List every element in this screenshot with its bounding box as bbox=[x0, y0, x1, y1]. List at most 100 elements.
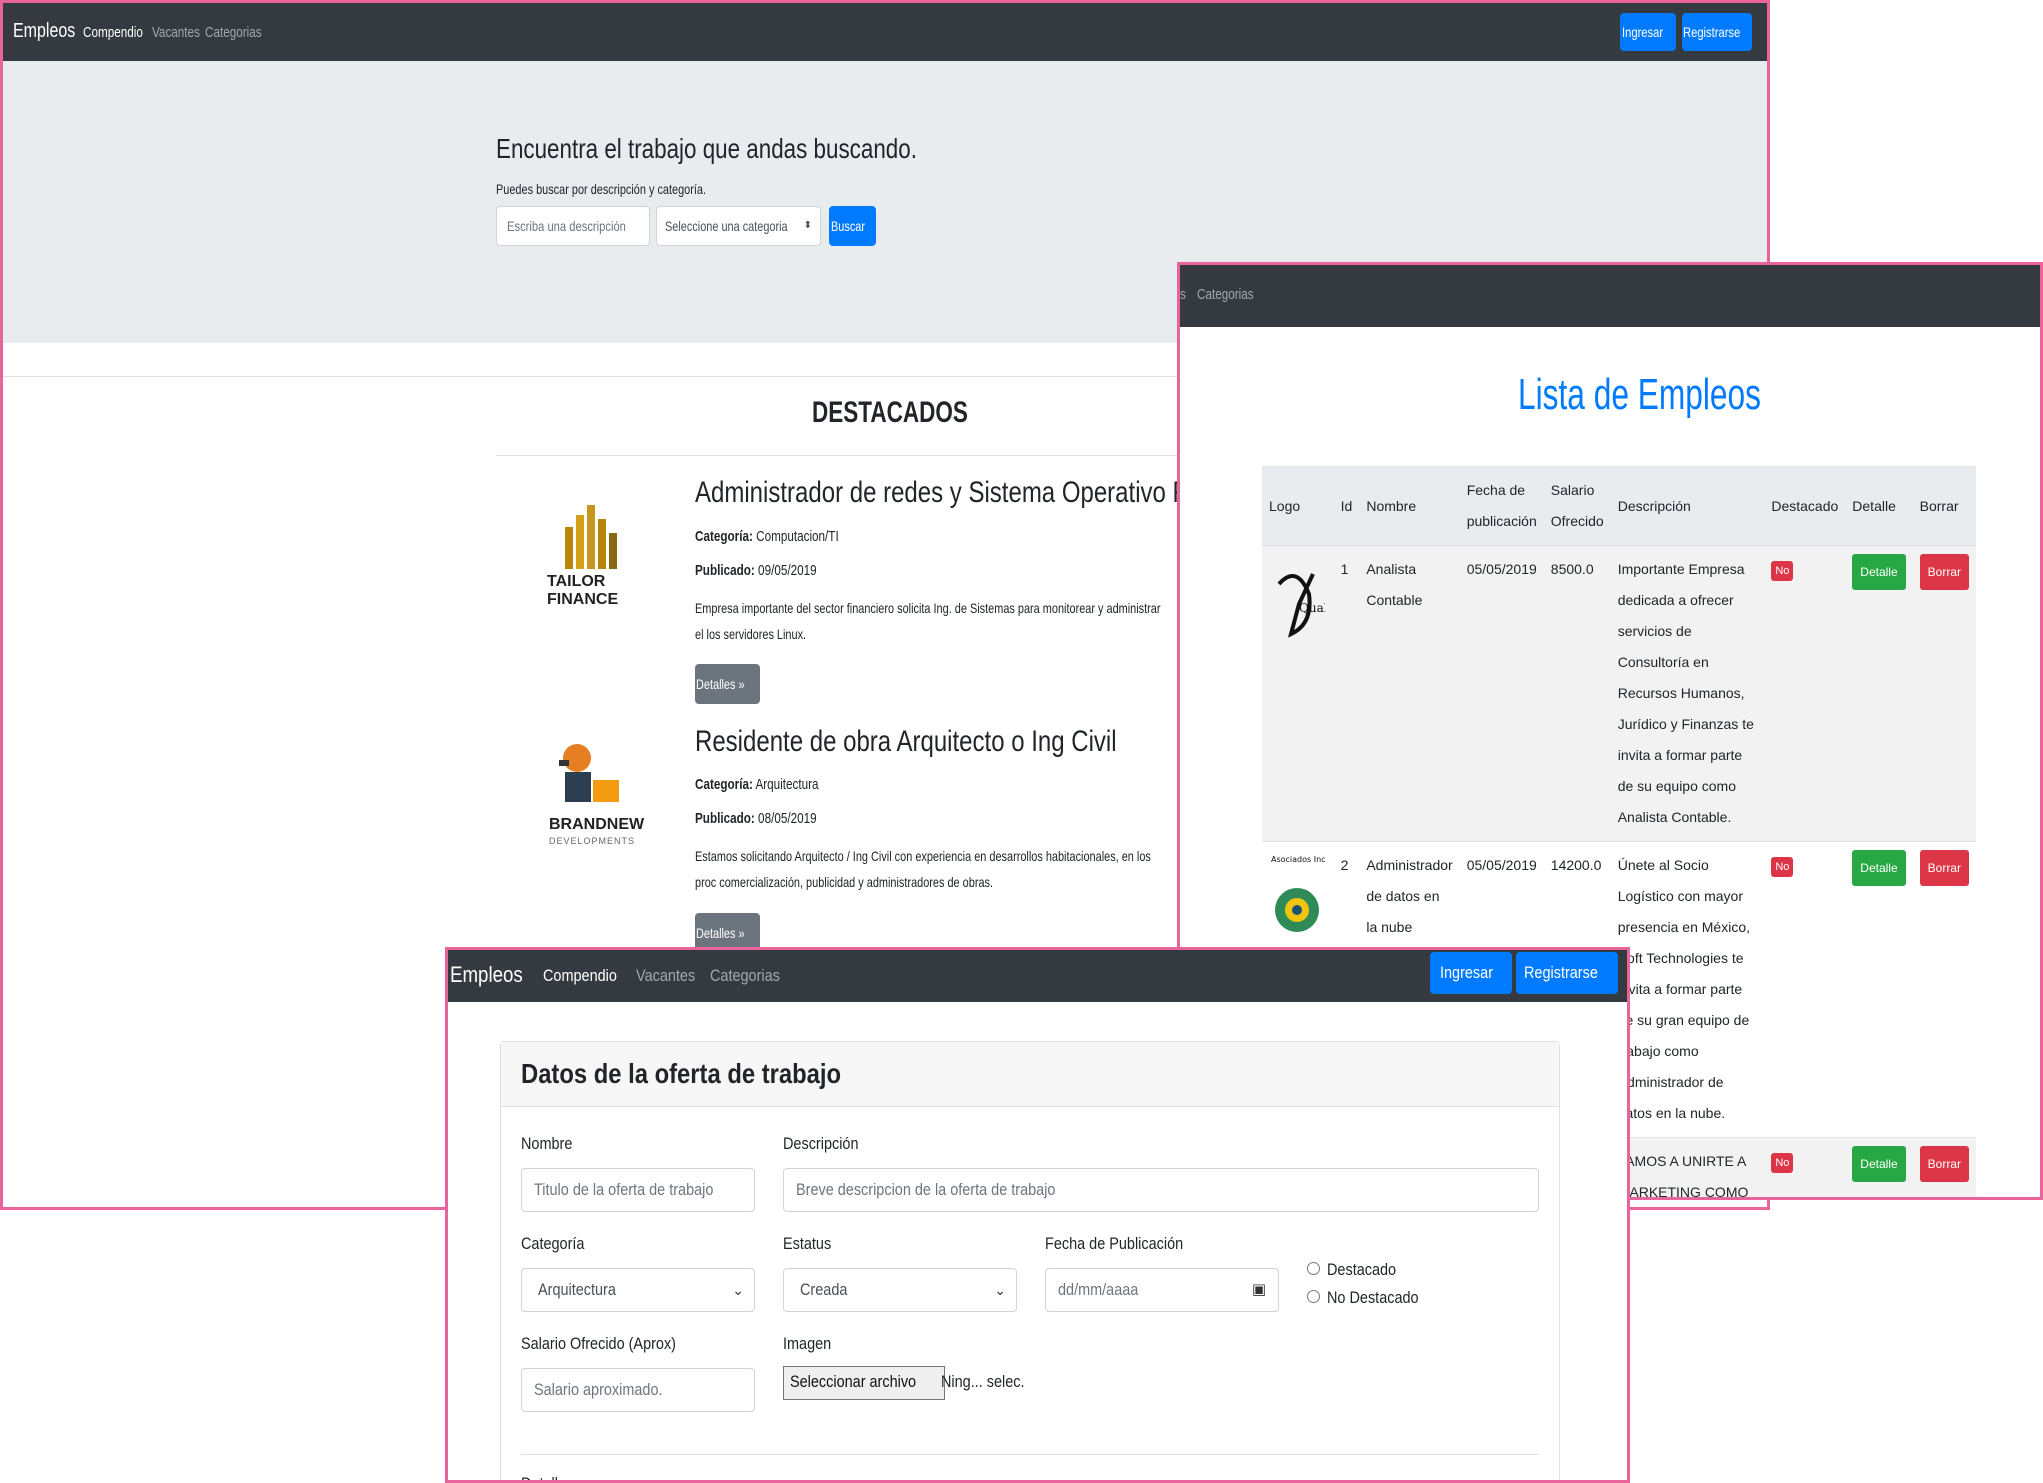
category-select[interactable]: Arquitectura ⌄ bbox=[521, 1268, 755, 1312]
date-input[interactable]: dd/mm/aaaa ▣ bbox=[1045, 1268, 1279, 1312]
job-details-button-1[interactable]: Detalles » bbox=[695, 664, 760, 704]
delete-button[interactable]: Borrar bbox=[1919, 850, 1969, 886]
job-description-1: Empresa importante del sector financiero… bbox=[695, 600, 1161, 642]
status-label: Estatus bbox=[783, 1234, 832, 1253]
description-input[interactable]: Breve descripcion de la oferta de trabaj… bbox=[783, 1168, 1539, 1212]
row-salary: 8500.0 bbox=[1543, 545, 1611, 842]
register-button[interactable]: Registrarse bbox=[1516, 952, 1618, 994]
chevron-down-icon: ⌄ bbox=[732, 1282, 744, 1298]
detail-button[interactable]: Detalle bbox=[1852, 1146, 1906, 1182]
job-category-2: Categoría: Arquitectura bbox=[695, 776, 819, 793]
home-navbar: Empleos Compendio Vacantes Categorias In… bbox=[3, 3, 1767, 61]
calendar-icon[interactable]: ▣ bbox=[1252, 1269, 1266, 1311]
brand-logo[interactable]: Empleos bbox=[13, 20, 75, 43]
details-label: Detalles bbox=[521, 1474, 573, 1480]
list-navbar: s Categorias bbox=[1180, 265, 2040, 327]
row-id: 1 bbox=[1333, 545, 1360, 842]
row-featured: No bbox=[1764, 545, 1846, 842]
header-id: Id bbox=[1333, 466, 1360, 546]
date-label: Fecha de Publicación bbox=[1045, 1234, 1184, 1253]
featured-badge: No bbox=[1771, 857, 1794, 877]
header-date: Fecha de publicación bbox=[1459, 466, 1544, 546]
svg-text:Quality: Quality bbox=[1299, 601, 1325, 615]
row-name: Analista Contable bbox=[1359, 545, 1460, 842]
description-search-input[interactable]: Escriba una descripción bbox=[496, 206, 650, 246]
nav-vacantes[interactable]: Vacantes bbox=[152, 24, 200, 41]
tailor-finance-logo: TAILOR FINANCE bbox=[535, 483, 647, 633]
job-form-window: Empleos Compendio Vacantes Categorias In… bbox=[445, 947, 1630, 1483]
brand-logo[interactable]: Empleos bbox=[450, 962, 523, 988]
category-select[interactable]: Seleccione una categoria ⬍ bbox=[656, 206, 821, 246]
row-description: TAMOS A UNIRTE A MARKETING COMO COORDINA… bbox=[1610, 1137, 1765, 1197]
card-title: Datos de la oferta de trabajo bbox=[521, 1058, 842, 1089]
table-header-row: Logo Id Nombre Fecha de publicación Sala… bbox=[1262, 466, 1976, 546]
category-label: Categoría bbox=[521, 1234, 585, 1253]
file-status: Ning... selec. bbox=[941, 1372, 1025, 1391]
job-title-2[interactable]: Residente de obra Arquitecto o Ing Civil bbox=[695, 725, 1117, 759]
row-logo: Quality bbox=[1262, 545, 1343, 842]
form-navbar: Empleos Compendio Vacantes Categorias In… bbox=[448, 950, 1627, 1002]
card-header: Datos de la oferta de trabajo bbox=[501, 1042, 1559, 1107]
featured-badge: No bbox=[1771, 561, 1794, 581]
job-date-1: Publicado: 09/05/2019 bbox=[695, 562, 817, 579]
description-label: Descripción bbox=[783, 1134, 859, 1153]
status-select[interactable]: Creada ⌄ bbox=[783, 1268, 1017, 1312]
table-row: Quality 1 Analista Contable 05/05/2019 8… bbox=[1262, 545, 1976, 842]
row-detail: Detalle bbox=[1845, 545, 1913, 842]
header-featured: Destacado bbox=[1764, 466, 1846, 546]
detail-button[interactable]: Detalle bbox=[1852, 554, 1906, 590]
quality-logo-icon: Quality bbox=[1277, 573, 1343, 638]
row-delete: Borrar bbox=[1912, 1137, 1976, 1197]
delete-button[interactable]: Borrar bbox=[1919, 1146, 1969, 1182]
nav-categorias[interactable]: Categorias bbox=[1197, 286, 1254, 303]
detail-button[interactable]: Detalle bbox=[1852, 850, 1906, 886]
radio-icon[interactable] bbox=[1307, 1290, 1320, 1303]
svg-text:Asociados Inc.: Asociados Inc. bbox=[1271, 855, 1325, 864]
featured-radio[interactable]: Destacado bbox=[1307, 1260, 1408, 1280]
register-button[interactable]: Registrarse bbox=[1682, 13, 1752, 51]
header-salary: Salario Ofrecido bbox=[1543, 466, 1611, 546]
job-category-1: Categoría: Computacion/TI bbox=[695, 528, 839, 545]
search-subtitle: Puedes buscar por descripción y categorí… bbox=[496, 181, 707, 197]
not-featured-radio[interactable]: No Destacado bbox=[1307, 1288, 1435, 1308]
delete-button[interactable]: Borrar bbox=[1919, 554, 1969, 590]
nav-categorias[interactable]: Categorias bbox=[205, 24, 262, 41]
radio-icon[interactable] bbox=[1307, 1262, 1320, 1275]
divider bbox=[521, 1454, 1539, 1455]
row-description: Únete al Socio Logístico con mayor prese… bbox=[1610, 841, 1765, 1138]
header-name: Nombre bbox=[1359, 466, 1460, 546]
salary-label: Salario Ofrecido (Aprox) bbox=[521, 1334, 676, 1353]
nav-vacantes[interactable]: Vacantes bbox=[636, 966, 695, 986]
nav-compendio[interactable]: Compendio bbox=[83, 24, 143, 41]
file-select-button[interactable]: Seleccionar archivo bbox=[783, 1366, 946, 1400]
search-button[interactable]: Buscar bbox=[829, 206, 876, 246]
login-button[interactable]: Ingresar bbox=[1430, 952, 1512, 994]
nav-fragment[interactable]: s bbox=[1180, 286, 1186, 303]
header-logo: Logo bbox=[1262, 466, 1334, 546]
row-delete: Borrar bbox=[1912, 841, 1976, 1138]
row-featured: No bbox=[1764, 841, 1846, 1138]
job-date-2: Publicado: 08/05/2019 bbox=[695, 810, 817, 827]
job-title-1[interactable]: Administrador de redes y Sistema Operati… bbox=[695, 476, 1217, 510]
header-description: Descripción bbox=[1610, 466, 1765, 546]
row-detail: Detalle bbox=[1845, 1137, 1913, 1197]
name-input[interactable]: Titulo de la oferta de trabajo bbox=[521, 1168, 755, 1212]
chevron-down-icon: ⌄ bbox=[994, 1282, 1006, 1298]
row-date: 05/05/2019 bbox=[1459, 545, 1544, 842]
featured-heading: DESTACADOS bbox=[812, 396, 968, 429]
row-description: Importante Empresa dedicada a ofrecer se… bbox=[1610, 545, 1765, 842]
salary-input[interactable]: Salario aproximado. bbox=[521, 1368, 755, 1412]
nav-categorias[interactable]: Categorias bbox=[710, 966, 780, 986]
name-label: Nombre bbox=[521, 1134, 573, 1153]
row-delete: Borrar bbox=[1912, 545, 1976, 842]
row-detail: Detalle bbox=[1845, 841, 1913, 1138]
featured-badge: No bbox=[1771, 1153, 1794, 1173]
job-offer-card: Datos de la oferta de trabajo Nombre Tit… bbox=[500, 1041, 1560, 1480]
job-description-2: Estamos solicitando Arquitecto / Ing Civ… bbox=[695, 848, 1151, 890]
list-title: Lista de Empleos bbox=[1518, 370, 1762, 419]
login-button[interactable]: Ingresar bbox=[1620, 13, 1676, 51]
brandnew-logo: BRANDNEW DEVELOPMENTS bbox=[535, 730, 647, 880]
select-arrows-icon: ⬍ bbox=[803, 220, 812, 231]
search-title: Encuentra el trabajo que andas buscando. bbox=[496, 133, 917, 164]
nav-compendio[interactable]: Compendio bbox=[543, 966, 617, 986]
